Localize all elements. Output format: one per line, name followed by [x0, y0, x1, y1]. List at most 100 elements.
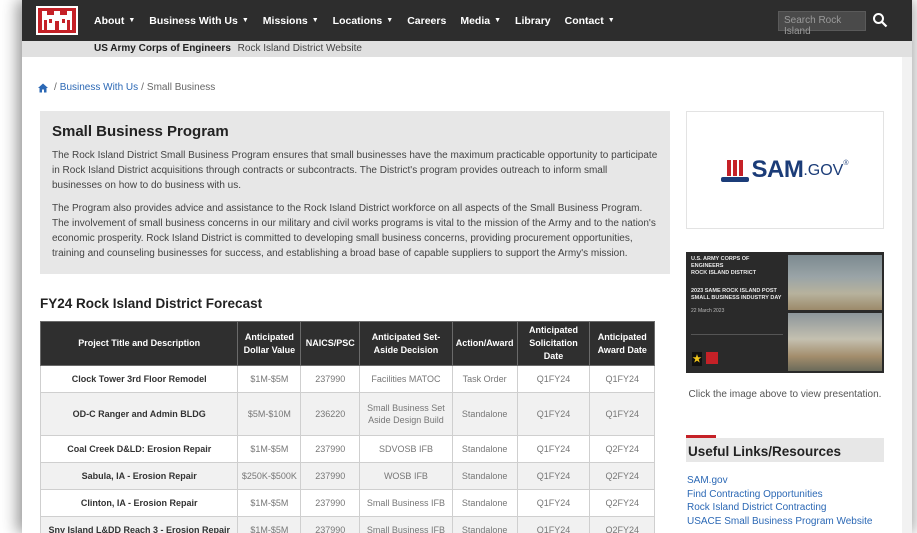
breadcrumb-current: Small Business [146, 82, 216, 93]
table-cell: Q1FY24 [516, 435, 591, 463]
table-cell: Q2FY24 [589, 516, 655, 533]
presentation-line: 2023 SAME ROCK ISLAND POST [691, 288, 777, 294]
small-business-program-box: Small Business Program The Rock Island D… [40, 111, 670, 274]
table-cell: Q1FY24 [516, 516, 591, 533]
column-header: Anticipated Solicitation Date [516, 321, 591, 366]
resource-link[interactable]: Rock Island District Contracting [687, 501, 872, 515]
table-cell: Small Business Set Aside Design Build [359, 392, 453, 436]
nav-item-business-with-us[interactable]: Business With Us ▼ [149, 15, 249, 27]
nav-item-label: Library [515, 14, 551, 27]
presentation-line: ROCK ISLAND DISTRICT [691, 270, 757, 276]
nav-item-missions[interactable]: Missions ▼ [263, 15, 319, 27]
program-detail-paragraph: The Program also provides advice and ass… [52, 203, 656, 259]
table-cell: Task Order [451, 365, 518, 393]
nav-item-library[interactable]: Library [515, 15, 551, 27]
table-cell: SDVOSB IFB [359, 435, 453, 463]
nav-item-label: Careers [407, 14, 447, 27]
main-menu: About ▼ Business With Us ▼ Missions ▼ Location… [94, 0, 629, 41]
nav-item-about[interactable]: About ▼ [94, 15, 135, 27]
table-row: Coal Creek D&LD: Erosion Repair $1M-$5M 23… [39, 435, 655, 463]
project-title-cell: Clinton, IA - Erosion Repair [39, 489, 239, 517]
table-cell: Q1FY24 [516, 365, 591, 393]
table-cell: Q1FY24 [589, 392, 655, 436]
nav-item-careers[interactable]: Careers [407, 15, 446, 27]
caret-down-icon: ▼ [311, 17, 319, 24]
project-title-cell: Sny Island L&DD Reach 3 - Erosion Repair [39, 516, 239, 533]
table-cell: $250K-$500K [237, 462, 302, 490]
presentation-line: U.S. ARMY CORPS OF ENGINEERS [691, 256, 750, 269]
forecast-table: Project Title and Description Anticipated… [39, 321, 655, 533]
table-cell: Q1FY24 [516, 489, 591, 517]
project-title-cell: OD-C Ranger and Admin BLDG [39, 392, 239, 436]
caret-down-icon: ▼ [241, 17, 249, 24]
usace-small-logo [706, 352, 718, 364]
resource-link[interactable]: USACE Small Business Program Website [687, 515, 872, 529]
project-title-cell: Sabula, IA - Erosion Repair [39, 462, 239, 490]
page-frame: About ▼ Business With Us ▼ Missions ▼ Location… [22, 0, 912, 533]
nav-item-label: Business With Us [149, 14, 238, 27]
column-header: Anticipated Award Date [589, 321, 655, 366]
table-cell: Q2FY24 [589, 462, 655, 490]
breadcrumb: / Business With Us / Small Business [38, 82, 215, 93]
program-intro-paragraph: The Rock Island District Small Business … [52, 150, 658, 191]
sam-gov-banner[interactable]: SAM .GOV ® [686, 111, 884, 229]
table-row: Sabula, IA - Erosion Repair $250K-$500K 23… [39, 462, 655, 490]
project-title-cell: Coal Creek D&LD: Erosion Repair [39, 435, 239, 463]
table-cell: $5M-$10M [237, 392, 302, 436]
nav-item-label: Missions [262, 14, 308, 27]
sam-registered-mark: ® [843, 160, 849, 167]
table-row: OD-C Ranger and Admin BLDG $5M-$10M 236220… [39, 392, 655, 436]
table-row: Sny Island L&DD Reach 3 - Erosion Repair… [39, 516, 655, 533]
table-cell: Q1FY24 [516, 392, 591, 436]
breadcrumb-business-with-us[interactable]: Business With Us [60, 82, 138, 93]
table-cell: $1M-$5M [237, 489, 302, 517]
table-cell: Facilities MATOC [359, 365, 453, 393]
nav-item-locations[interactable]: Locations ▼ [333, 15, 394, 27]
resource-link[interactable]: SAM.gov [687, 474, 872, 488]
sam-brand-text: SAM [751, 156, 804, 183]
table-cell: Standalone [451, 392, 518, 436]
project-title-cell: Clock Tower 3rd Floor Remodel [39, 365, 239, 393]
program-title: Small Business Program [52, 123, 229, 140]
caret-down-icon: ▼ [494, 17, 502, 24]
sub-header: US Army Corps of Engineers Rock Island D… [22, 41, 912, 57]
nav-item-label: About [94, 14, 125, 27]
resource-link[interactable]: Find Contracting Opportunities [687, 488, 872, 502]
search-input[interactable]: Search Rock Island [778, 11, 866, 37]
table-cell: 237990 [300, 516, 361, 533]
table-cell: Q2FY24 [589, 489, 655, 517]
page-scrollbar[interactable] [902, 57, 912, 533]
table-cell: Standalone [451, 435, 518, 463]
home-icon[interactable] [38, 83, 48, 93]
table-cell: $1M-$5M [237, 435, 302, 463]
browser-screenshot: About ▼ Business With Us ▼ Missions ▼ Location… [0, 0, 917, 533]
search-icon[interactable] [872, 12, 888, 28]
presentation-heading: U.S. ARMY CORPS OF ENGINEERS ROCK ISLAND… [691, 256, 783, 302]
resources-heading: Useful Links/Resources [686, 438, 884, 462]
nav-item-label: Locations [332, 14, 383, 27]
table-cell: 237990 [300, 462, 361, 490]
column-header: NAICS/PSC [300, 321, 361, 366]
table-cell: Q1FY24 [516, 462, 591, 490]
presentation-date: 22 March 2023 [691, 308, 725, 314]
table-cell: $1M-$5M [237, 516, 302, 533]
top-navigation: About ▼ Business With Us ▼ Missions ▼ Location… [22, 0, 912, 41]
table-cell: Standalone [451, 462, 518, 490]
resources-link-list: SAM.gov Find Contracting Opportunities Roc… [687, 474, 872, 528]
table-cell: 237990 [300, 489, 361, 517]
nav-item-media[interactable]: Media ▼ [460, 15, 501, 27]
presentation-line: SMALL BUSINESS INDUSTRY DAY [691, 295, 782, 301]
column-header: Anticipated Dollar Value [237, 321, 302, 366]
table-cell: Small Business IFB [359, 489, 453, 517]
sam-gov-logo: SAM .GOV ® [721, 156, 849, 183]
table-row: Clinton, IA - Erosion Repair $1M-$5M 23799… [39, 489, 655, 517]
sam-gov-suffix: .GOV [803, 162, 844, 179]
usace-castle-logo[interactable] [36, 6, 78, 35]
nav-item-contact[interactable]: Contact ▼ [565, 15, 615, 27]
column-header: Action/Award [451, 321, 518, 366]
column-header: Project Title and Description [39, 321, 239, 366]
uncle-sam-hat-icon [721, 160, 750, 182]
table-cell: Q1FY24 [589, 365, 655, 393]
forecast-title: FY24 Rock Island District Forecast [40, 296, 263, 311]
industry-day-presentation-image[interactable]: U.S. ARMY CORPS OF ENGINEERS ROCK ISLAND… [686, 252, 884, 373]
